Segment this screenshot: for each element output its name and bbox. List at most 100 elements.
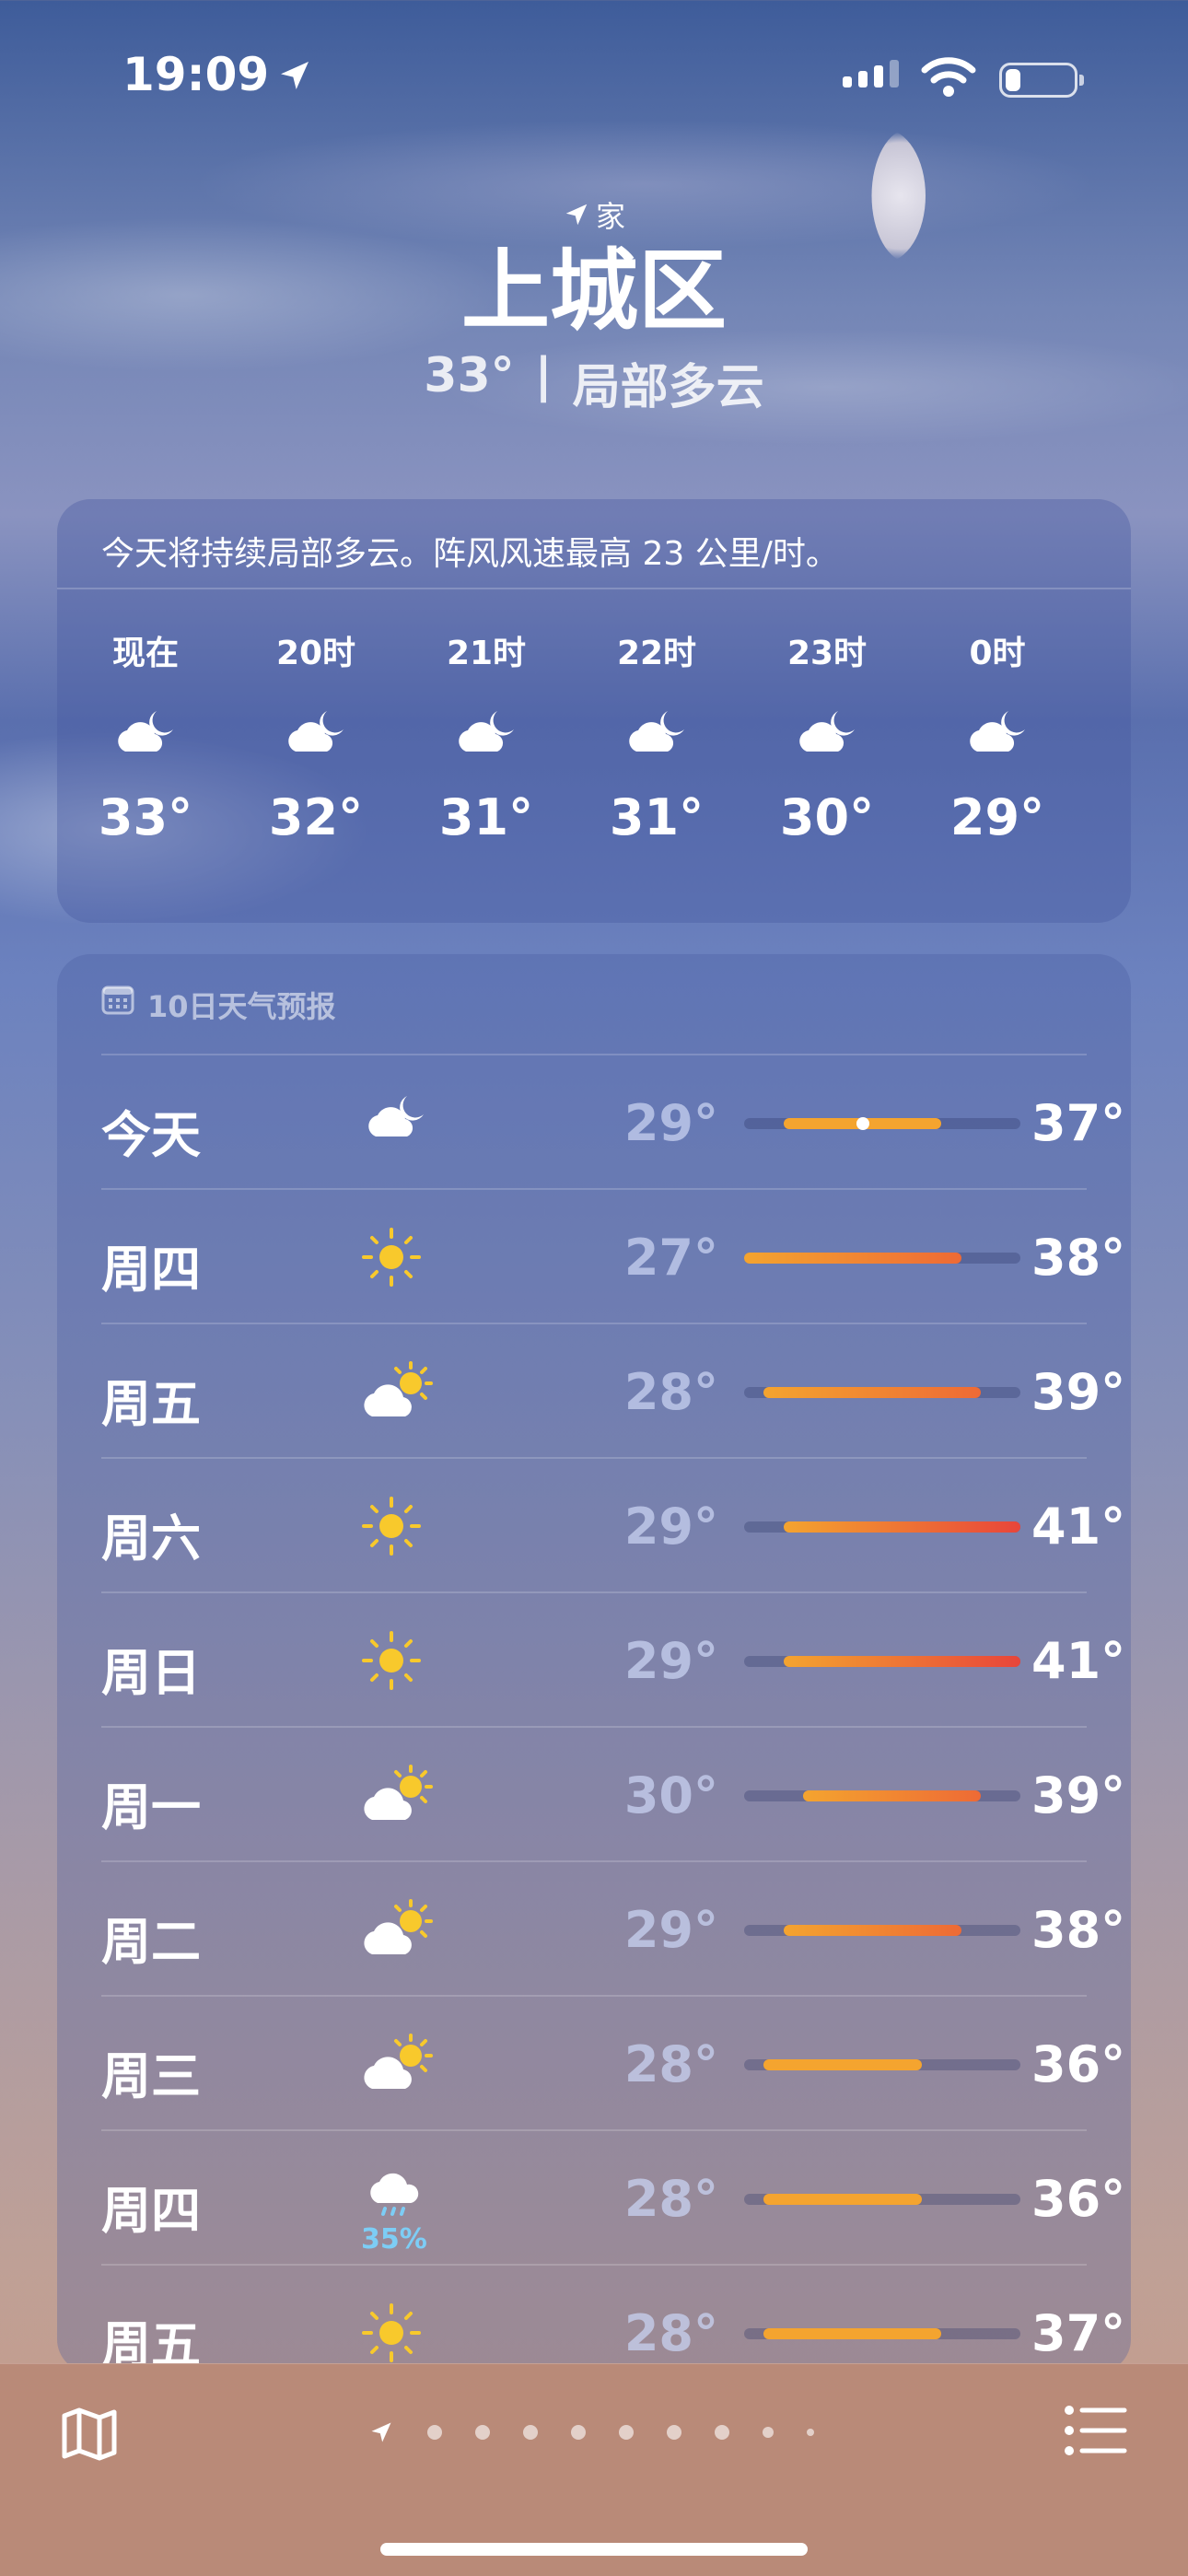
temperature-range-bar xyxy=(744,1117,1020,1130)
hour-temperature: 29° xyxy=(949,788,1045,846)
daily-row[interactable]: 今天 29° 37° xyxy=(101,1054,1125,1188)
summary-separator: | xyxy=(534,347,553,403)
hour-temperature: 32° xyxy=(268,788,364,846)
hour-label: 0时 xyxy=(969,635,1026,672)
high-temperature: 38° xyxy=(1031,1901,1126,1959)
precipitation-chance: 35% xyxy=(361,2223,427,2255)
daily-row[interactable]: 周一 30° 39° xyxy=(101,1726,1125,1860)
daily-row[interactable]: 周三 28° 36° xyxy=(101,1995,1125,2129)
page-dot[interactable] xyxy=(427,2425,442,2440)
current-temperature: 33° xyxy=(424,347,515,403)
temperature-range-bar xyxy=(744,1790,1020,1801)
partly-cloudy-night-icon xyxy=(601,705,712,761)
day-label: 今天 xyxy=(101,1106,201,1164)
low-temperature: 29° xyxy=(623,1901,718,1959)
hour-label: 22时 xyxy=(616,635,697,672)
partly-cloudy-night-icon xyxy=(359,1090,442,1155)
status-time: 19:09 xyxy=(122,48,270,101)
daily-row[interactable]: 周五 28° 39° xyxy=(101,1323,1125,1457)
temperature-range-bar xyxy=(744,1253,1020,1264)
high-temperature: 36° xyxy=(1031,2035,1126,2093)
daily-row[interactable]: 周四 35% 28° 36° xyxy=(101,2129,1125,2264)
day-label: 周五 xyxy=(101,2316,201,2372)
daily-row[interactable]: 周五 28° 37° xyxy=(101,2264,1125,2372)
low-temperature: 29° xyxy=(623,1632,718,1690)
high-temperature: 39° xyxy=(1031,1363,1126,1421)
partly-cloudy-day-icon xyxy=(359,1763,442,1827)
temperature-range-fill xyxy=(744,1253,961,1264)
day-label: 周五 xyxy=(101,1375,201,1433)
page-indicator[interactable] xyxy=(368,2419,814,2445)
daily-row[interactable]: 周六 29° 41° xyxy=(101,1457,1125,1591)
ten-day-header: 10日天气预报 xyxy=(57,954,1131,1054)
low-temperature: 27° xyxy=(623,1229,718,1287)
day-label: 周二 xyxy=(101,1913,201,1971)
sun-icon xyxy=(359,1628,442,1693)
hourly-item: 22时 31° xyxy=(601,626,712,846)
day-label: 周六 xyxy=(101,1509,201,1568)
page-dot[interactable] xyxy=(571,2425,586,2440)
high-temperature: 38° xyxy=(1031,1229,1126,1287)
low-temperature: 29° xyxy=(623,1498,718,1556)
partly-cloudy-day-icon xyxy=(359,2032,442,2096)
page-dot[interactable] xyxy=(475,2425,490,2440)
daily-row[interactable]: 周日 29° 41° xyxy=(101,1591,1125,1726)
hourly-scroll[interactable]: 现在 33° 20时 32° 21时 31° 22时 31° 23时 30° 0时 29° xyxy=(57,589,1131,921)
day-label: 周日 xyxy=(101,1644,201,1702)
temperature-range-fill xyxy=(763,2328,942,2339)
rain-icon xyxy=(359,2166,442,2231)
home-location-label: 家 xyxy=(0,193,1188,236)
partly-cloudy-night-icon xyxy=(772,705,882,761)
daily-rows: 今天 29° 37° 周四 27° 38° 周五 28° 39° 周六 29° 41° 周日 29° 41°… xyxy=(57,1054,1131,2372)
hour-label: 现在 xyxy=(111,635,179,672)
temperature-range-bar xyxy=(744,1925,1020,1936)
page-dot[interactable] xyxy=(807,2429,814,2436)
ten-day-title: 10日天气预报 xyxy=(147,989,336,1024)
hour-temperature: 30° xyxy=(779,788,875,846)
list-icon[interactable] xyxy=(1064,2403,1128,2458)
page-dot[interactable] xyxy=(523,2425,538,2440)
current-location-page-icon[interactable] xyxy=(368,2419,394,2445)
hourly-forecast-card[interactable]: 今天将持续局部多云。阵风风速最高 23 公里/时。 现在 33° 20时 32° 21时… xyxy=(57,499,1131,923)
low-temperature: 28° xyxy=(623,2304,718,2362)
temperature-range-bar xyxy=(744,2059,1020,2070)
daily-row[interactable]: 周二 29° 38° xyxy=(101,1860,1125,1995)
hourly-item: 23时 30° xyxy=(772,626,882,846)
day-label: 周四 xyxy=(101,2182,201,2240)
page-dot[interactable] xyxy=(619,2425,634,2440)
low-temperature: 28° xyxy=(623,2035,718,2093)
high-temperature: 36° xyxy=(1031,2170,1126,2228)
ten-day-forecast-card[interactable]: 10日天气预报 今天 29° 37° 周四 27° 38° 周五 28° 39° 周六 29° 41°… xyxy=(57,954,1131,2372)
hour-temperature: 31° xyxy=(609,788,705,846)
daily-row[interactable]: 周四 27° 38° xyxy=(101,1188,1125,1323)
partly-cloudy-night-icon xyxy=(261,705,371,761)
partly-cloudy-night-icon xyxy=(942,705,1053,761)
page-dot[interactable] xyxy=(715,2425,729,2440)
temperature-range-bar xyxy=(744,2328,1020,2339)
day-label: 周四 xyxy=(101,1241,201,1299)
high-temperature: 41° xyxy=(1031,1498,1126,1556)
hour-temperature: 33° xyxy=(98,788,193,846)
temperature-range-fill xyxy=(763,1387,982,1398)
high-temperature: 39° xyxy=(1031,1766,1126,1824)
low-temperature: 28° xyxy=(623,2170,718,2228)
calendar-icon xyxy=(101,985,134,1015)
partly-cloudy-day-icon xyxy=(359,1359,442,1424)
hourly-item: 20时 32° xyxy=(261,626,371,846)
current-temperature-dot xyxy=(856,1117,869,1130)
map-icon[interactable] xyxy=(57,2401,122,2465)
current-condition: 局部多云 xyxy=(572,359,764,415)
low-temperature: 29° xyxy=(623,1094,718,1152)
sun-icon xyxy=(359,2301,442,2365)
hourly-item: 0时 29° xyxy=(942,626,1053,846)
temperature-range-bar xyxy=(744,1387,1020,1398)
page-dot[interactable] xyxy=(667,2425,681,2440)
temperature-range-fill xyxy=(763,2059,922,2070)
temperature-range-fill xyxy=(803,1790,982,1801)
partly-cloudy-night-icon xyxy=(90,705,201,761)
day-label: 周三 xyxy=(101,2047,201,2105)
sun-icon xyxy=(359,1494,442,1558)
home-label: 家 xyxy=(595,199,625,234)
high-temperature: 37° xyxy=(1031,1094,1126,1152)
page-dot[interactable] xyxy=(763,2427,774,2438)
